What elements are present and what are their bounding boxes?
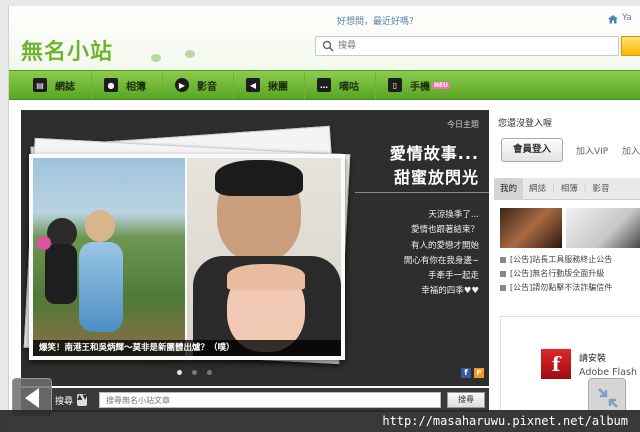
logo-birds-decoration: [149, 46, 209, 66]
article-search-label: 搜尋: [55, 397, 74, 407]
tab-mine[interactable]: 我的: [494, 177, 524, 200]
new-badge: NEU: [432, 81, 450, 89]
slide-dot-3[interactable]: [207, 370, 212, 375]
url-bar: http://masaharuwu.pixnet.net/album: [0, 410, 640, 432]
divider: [355, 192, 489, 193]
site-search-input[interactable]: [338, 39, 608, 53]
notice-text: [公告]無名行動版全面升級: [510, 269, 605, 278]
top-right-link[interactable]: Ya: [622, 13, 632, 23]
join-vip-link[interactable]: 加入VIP: [576, 144, 608, 157]
sidebar-tabs: 我的 網誌 | 相簿 | 影音: [494, 177, 640, 200]
flash-player-icon: f: [541, 349, 571, 379]
url-text[interactable]: http://masaharuwu.pixnet.net/album: [382, 414, 628, 428]
description-line: 有人的愛戀才開始: [410, 240, 479, 251]
article-search-bar: 搜尋 ▲▼ 搜尋: [21, 388, 489, 412]
featured-description: 天涼換季了... 愛情也跟著結束？ 有人的愛戀才開始 開心有你在我身邊∼ 手牽手…: [404, 208, 479, 300]
nav-item-mobile[interactable]: ▯ 手機 NEU: [376, 70, 466, 100]
nav-label: 影音: [197, 81, 217, 93]
chat-icon: …: [317, 78, 331, 92]
nav-label: 網誌: [55, 81, 75, 93]
member-login-button[interactable]: 會員登入: [501, 138, 563, 162]
site-search-box: [315, 36, 619, 56]
nav-item-chat[interactable]: … 嘀咕: [305, 70, 376, 100]
tab-video[interactable]: 影音: [586, 178, 615, 200]
right-sidebar: 您還沒登入喔 會員登入 加入VIP 加入 我的 網誌 | 相簿 | 影音 [公告…: [494, 110, 640, 420]
today-topic-label: 今日主題: [447, 120, 479, 129]
nav-label: 嘀咕: [339, 81, 359, 93]
slide-dot-2[interactable]: [192, 370, 197, 375]
description-line: 愛情也跟著結束？: [410, 225, 479, 236]
featured-photo[interactable]: 爆笑！南港王和吳炳輝～莫非是新團體出爐？（噗）: [29, 154, 345, 360]
web-page: 無名小站 好想問，最近好嗎？ Ya ▤ 網誌 ● 相簿 ▶: [8, 6, 640, 432]
tab-album[interactable]: 相簿: [555, 178, 584, 200]
promo-thumbnail[interactable]: [566, 208, 640, 248]
notice-text: [公告]請勿點擊不法詐騙信件: [510, 283, 613, 292]
phone-icon: ▯: [388, 78, 402, 92]
notice-item[interactable]: [公告]無名行動版全面升級: [500, 268, 604, 279]
notice-text: [公告]站長工具服務終止公告: [510, 255, 613, 264]
description-line: 開心有你在我身邊∼: [403, 255, 479, 266]
bullet-icon: [500, 284, 506, 291]
nav-item-video[interactable]: ▶ 影音: [163, 70, 234, 100]
play-icon: ▶: [175, 78, 189, 92]
search-scope-dropdown[interactable]: ▲▼: [77, 394, 88, 406]
blog-icon: ▤: [33, 78, 47, 92]
notice-item[interactable]: [公告]站長工具服務終止公告: [500, 254, 612, 265]
facebook-icon[interactable]: f: [461, 368, 471, 378]
slide-dot-1[interactable]: [177, 370, 182, 375]
site-logo[interactable]: 無名小站: [21, 34, 113, 66]
flash-install-text: 請安裝: [579, 354, 607, 364]
search-icon: [322, 40, 334, 52]
login-status-text: 您還沒登入喔: [498, 119, 553, 129]
bullet-icon: [500, 270, 506, 277]
tab-blog[interactable]: 網誌: [523, 178, 552, 200]
featured-caption[interactable]: 爆笑！南港王和吳炳輝～莫非是新團體出爐？（噗）: [33, 340, 341, 356]
site-search-button[interactable]: [621, 36, 640, 56]
article-search-button[interactable]: 搜尋: [447, 392, 485, 408]
description-line: 手牽手一起走: [427, 271, 479, 282]
nav-label: 揪團: [268, 81, 288, 93]
pixnet-share-icon[interactable]: P: [474, 368, 484, 378]
site-header: 無名小站 好想問，最近好嗎？ Ya: [9, 6, 640, 70]
promo-thumbnail[interactable]: [500, 208, 562, 248]
nav-label: 手機: [410, 81, 430, 93]
nav-item-blog[interactable]: ▤ 網誌: [21, 70, 92, 100]
greeting-text[interactable]: 好想問，最近好嗎？: [337, 14, 418, 27]
article-search-input[interactable]: [99, 392, 441, 408]
featured-headline[interactable]: 愛情故事...: [390, 140, 479, 164]
home-icon[interactable]: [607, 14, 619, 24]
nav-label: 相簿: [126, 81, 146, 93]
featured-headline-line2[interactable]: 甜蜜放閃光: [394, 164, 479, 188]
photo-man-and-baby: [187, 158, 341, 356]
slide-pager: [177, 370, 212, 375]
megaphone-icon: ◀: [246, 78, 260, 92]
main-nav: ▤ 網誌 ● 相簿 ▶ 影音 ◀ 揪團 … 嘀咕 ▯ 手機 NEU: [9, 70, 640, 100]
nav-item-group[interactable]: ◀ 揪團: [234, 70, 305, 100]
photo-couple: [33, 158, 185, 356]
join-link[interactable]: 加入: [622, 144, 640, 157]
notice-item[interactable]: [公告]請勿點擊不法詐騙信件: [500, 282, 612, 293]
flash-name-text: Adobe Flash: [579, 367, 637, 378]
description-line: 幸福的四季♥♥: [421, 286, 479, 297]
description-line: 天涼換季了...: [428, 210, 479, 220]
bullet-icon: [500, 256, 506, 263]
camera-icon: ●: [104, 78, 118, 92]
featured-story[interactable]: 爆笑！南港王和吳炳輝～莫非是新團體出爐？（噗） 今日主題 愛情故事... 甜蜜放…: [21, 110, 489, 386]
nav-item-album[interactable]: ● 相簿: [92, 70, 163, 100]
